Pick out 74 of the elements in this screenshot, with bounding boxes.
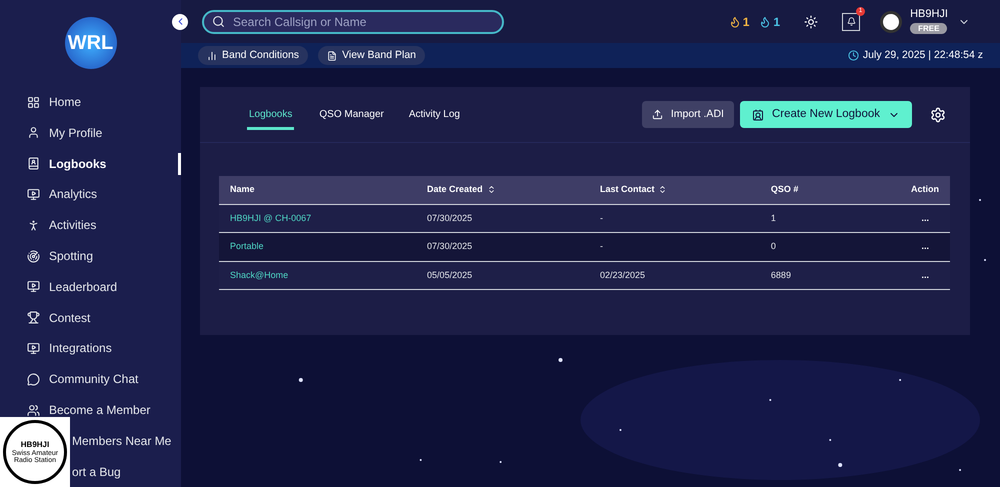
monitor-icon xyxy=(27,342,40,355)
row-actions-menu[interactable]: ... xyxy=(921,241,939,251)
people-icon xyxy=(27,404,40,416)
avatar[interactable] xyxy=(880,10,902,32)
sidebar-item[interactable]: Activities xyxy=(49,216,96,234)
sidebar-item[interactable]: Community Chat xyxy=(49,370,138,388)
table-cell: 6889 xyxy=(770,270,791,280)
monitor-icon xyxy=(27,188,40,201)
row-actions-menu[interactable]: ... xyxy=(921,270,939,280)
tab[interactable]: Logbooks xyxy=(247,100,294,130)
sidebar-item[interactable]: Spotting xyxy=(49,247,94,266)
sidebar-item[interactable]: Contest xyxy=(49,308,90,327)
radar-icon xyxy=(27,250,40,263)
sidebar-item[interactable]: My Profile xyxy=(49,124,102,142)
station-callsign: HB9HJI xyxy=(20,440,50,448)
search-input[interactable]: Search Callsign or Name xyxy=(233,12,494,30)
user-callsign: HB9HJI xyxy=(910,9,948,20)
grid-icon xyxy=(27,96,40,109)
streak-count: 1 xyxy=(742,14,750,30)
row-actions-menu[interactable]: ... xyxy=(921,212,939,222)
active-indicator xyxy=(178,152,181,175)
sidebar-item[interactable]: Leaderboard xyxy=(49,278,118,296)
sidebar-item[interactable]: Logbooks xyxy=(49,154,106,173)
logbook-link[interactable]: HB9HJI @ CH-0067 xyxy=(230,212,312,222)
column-header: Name xyxy=(230,183,255,196)
clock-icon xyxy=(848,50,859,61)
tab[interactable]: QSO Manager xyxy=(319,100,384,130)
settings-icon[interactable] xyxy=(930,106,946,122)
sidebar-item[interactable]: ort a Bug xyxy=(72,462,121,481)
contact-icon xyxy=(752,108,764,120)
table-cell: 07/30/2025 xyxy=(427,241,472,251)
search-field[interactable]: Search Callsign or Name xyxy=(202,10,504,34)
column-header[interactable]: Last Contact xyxy=(600,183,668,196)
tab[interactable]: Activity Log xyxy=(408,100,460,130)
create-logbook-button[interactable]: Create New Logbook xyxy=(740,101,912,128)
table-cell: 02/23/2025 xyxy=(600,270,645,280)
bell-icon xyxy=(846,17,856,26)
person-icon xyxy=(27,126,40,140)
streak-count: 1 xyxy=(773,14,780,30)
flame-icon xyxy=(759,16,772,28)
sidebar-item[interactable]: Members Near Me xyxy=(72,432,172,450)
signal-bars-icon xyxy=(207,50,217,60)
column-header: QSO # xyxy=(770,183,798,196)
logbook-link[interactable]: Shack@Home xyxy=(230,270,288,280)
column-header: Action xyxy=(911,183,939,196)
contact-book-icon xyxy=(27,157,40,170)
sun-icon[interactable] xyxy=(804,14,818,28)
table-cell: 0 xyxy=(770,241,776,251)
person-icon xyxy=(27,218,40,232)
quick-link-button[interactable]: Band Conditions xyxy=(198,46,308,65)
import-button[interactable]: Import .ADI xyxy=(642,101,734,128)
upload-icon xyxy=(652,109,663,120)
column-header[interactable]: Date Created xyxy=(427,183,496,196)
table-cell: 1 xyxy=(770,212,776,222)
monitor-icon xyxy=(27,280,40,294)
table-cell: 05/05/2025 xyxy=(427,270,472,280)
table-cell: - xyxy=(600,212,603,222)
sidebar-item[interactable]: Integrations xyxy=(49,339,112,358)
table-cell: - xyxy=(600,241,603,251)
chat-bubble-icon xyxy=(27,372,40,386)
logbook-link[interactable]: Portable xyxy=(230,241,264,251)
sidebar-item[interactable]: Become a Member xyxy=(49,401,150,419)
document-icon xyxy=(327,50,338,60)
sort-icon xyxy=(486,185,496,194)
table-cell: 07/30/2025 xyxy=(427,212,472,222)
quick-link-button[interactable]: View Band Plan xyxy=(318,46,426,65)
sidebar-item[interactable]: Analytics xyxy=(49,185,98,204)
clock-text: July 29, 2025 | 22:48:54 z xyxy=(862,48,983,63)
plan-badge: FREE xyxy=(910,23,948,34)
sort-icon xyxy=(658,185,668,194)
flame-icon xyxy=(728,16,741,28)
sidebar-item[interactable]: Home xyxy=(49,93,82,112)
trophy-icon xyxy=(27,311,40,324)
search-icon xyxy=(212,15,225,28)
